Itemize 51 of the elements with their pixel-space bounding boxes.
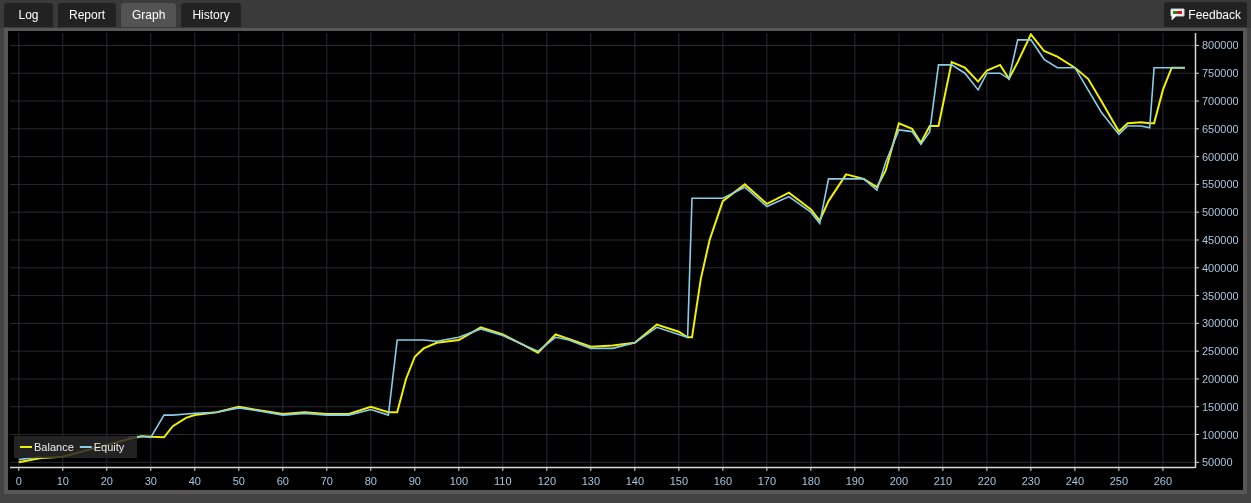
tick-label: 160 [713,475,733,487]
tick-label: 190 [845,475,865,487]
tick-label: 350000 [1202,289,1238,302]
tick-label: 230 [1021,475,1041,487]
feedback-button[interactable]: Feedback [1164,2,1247,27]
tick-label: 100000 [1202,428,1238,441]
tick-label: 90 [408,475,421,487]
legend-label: Balance [34,441,74,453]
speech-bubble-icon [1170,8,1186,21]
tick-label: 20 [100,475,113,487]
tick-label: 150000 [1202,400,1238,413]
tick-label: 10 [56,475,69,487]
tick-label: 110 [494,475,512,487]
tick-label: 150 [669,475,688,487]
tick-label: 140 [625,475,644,487]
legend-label: Equity [93,441,125,453]
tick-label: 200000 [1202,372,1238,385]
tick-label: 220 [977,475,997,487]
tick-label: 100 [449,475,468,487]
tick-label: 50 [232,475,245,487]
tick-label: 130 [581,475,600,487]
tick-label: 180 [801,475,821,487]
tick-label: 0 [15,475,22,487]
tab[interactable]: Graph [121,3,177,27]
tick-label: 400000 [1202,261,1238,274]
tick-label: 800000 [1202,39,1238,52]
tab[interactable]: Log [4,3,53,27]
tick-label: 170 [757,475,777,487]
tick-label: 50000 [1202,456,1233,469]
tick-label: 500000 [1202,206,1238,219]
tick-label: 80 [364,475,377,487]
tick-label: 250 [1109,475,1129,487]
tick-label: 60 [276,475,289,487]
tab[interactable]: Report [58,3,117,27]
tick-label: 700000 [1202,95,1238,108]
tick-label: 30 [144,475,157,487]
tick-label: 260 [1153,475,1173,487]
tick-label: 650000 [1202,122,1238,135]
tick-label: 750000 [1202,67,1238,80]
tick-label: 70 [320,475,333,487]
tick-label: 240 [1065,475,1085,487]
tick-label: 550000 [1202,178,1238,191]
tab[interactable]: History [181,3,241,27]
tick-label: 300000 [1202,317,1238,330]
tick-label: 600000 [1202,150,1238,163]
tick-label: 40 [188,475,201,487]
tick-label: 120 [537,475,556,487]
tick-label: 200 [889,475,909,487]
tick-label: 250000 [1202,345,1238,358]
tick-label: 450000 [1202,234,1238,246]
tick-label: 210 [933,475,953,487]
